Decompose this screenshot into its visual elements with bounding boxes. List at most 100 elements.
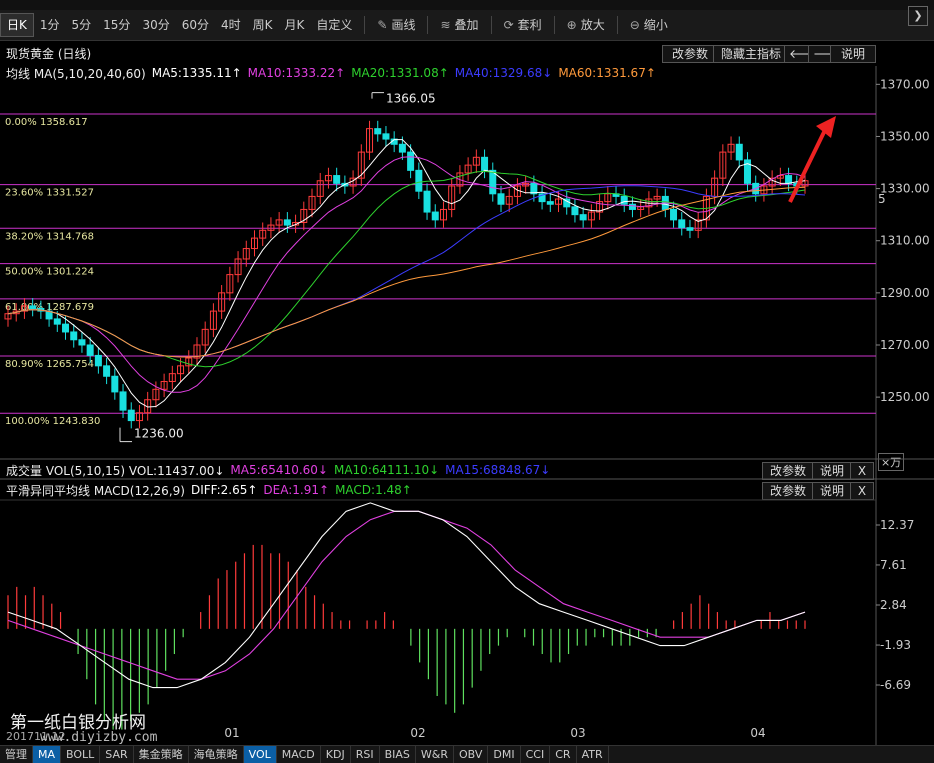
ma20-line xyxy=(7,170,806,368)
trend-arrow-head xyxy=(816,116,836,138)
arbitrage-icon: ⟳ xyxy=(503,18,514,32)
zoom-out-icon: ⊖ xyxy=(629,18,640,32)
toolbar: 日K 1分 5分 15分 30分 60分 4时 周K 月K 自定义 ✎ 画线 ≋ 叠加 ⟳ 套利 ⊕ 放大 ⊖ 缩小 xyxy=(0,10,934,41)
candle-body xyxy=(497,193,505,205)
candle-body xyxy=(686,227,694,231)
indicator-tab-3[interactable]: SAR xyxy=(100,746,134,763)
macd-tick-label: 2.84 xyxy=(880,598,907,612)
fib-label-5: 80.90% 1265.754 xyxy=(5,359,94,370)
period-tab-7[interactable]: 周K xyxy=(247,10,279,40)
toolbar-separator xyxy=(490,16,492,34)
candle-body xyxy=(103,365,111,377)
tool-button-4[interactable]: ⊖ 缩小 xyxy=(624,10,674,40)
indicator-tab-bar: 管理 MA BOLL SAR 集金策略 海龟策略 VOL MACD KDJ RSI BIAS W&R O… xyxy=(0,745,934,763)
period-tab-4[interactable]: 30分 xyxy=(136,10,175,40)
y-tick-label: 1350.00 xyxy=(880,129,930,143)
candle-body xyxy=(431,211,439,221)
indicator-tab-13[interactable]: DMI xyxy=(488,746,521,763)
indicator-tab-2[interactable]: BOLL xyxy=(61,746,101,763)
tool-label: 缩小 xyxy=(643,18,668,32)
fib-label-6: 100.00% 1243.830 xyxy=(5,416,100,427)
period-tab-0[interactable]: 日K xyxy=(0,13,34,37)
indicator-tab-1[interactable]: MA xyxy=(33,746,62,763)
candle-body xyxy=(86,344,94,356)
indicator-tab-14[interactable]: CCI xyxy=(521,746,551,763)
candle-body xyxy=(111,375,119,393)
high-price-label: 1366.05 xyxy=(386,92,436,106)
macd-tick-label: 12.37 xyxy=(880,518,914,532)
candle-body xyxy=(127,409,135,422)
candle-body xyxy=(735,143,743,161)
main-change-params-button[interactable]: 改参数 xyxy=(662,45,718,63)
period-tab-9[interactable]: 自定义 xyxy=(310,10,358,40)
layers-icon: ≋ xyxy=(440,18,451,32)
tool-button-1[interactable]: ≋ 叠加 xyxy=(434,10,484,40)
candle-body xyxy=(29,305,37,309)
candle-body xyxy=(785,175,793,184)
candle-body xyxy=(382,133,390,140)
indicator-tab-5[interactable]: 海龟策略 xyxy=(189,746,244,763)
arrow-left-icon[interactable]: 🡐 xyxy=(784,45,821,63)
indicator-tab-7[interactable]: MACD xyxy=(277,746,321,763)
indicator-tab-4[interactable]: 集金策略 xyxy=(134,746,189,763)
watermark-url: www.diyizby.com xyxy=(40,730,158,745)
candle-body xyxy=(678,219,686,229)
tool-button-2[interactable]: ⟳ 套利 xyxy=(498,10,548,40)
indicator-tab-16[interactable]: ATR xyxy=(577,746,609,763)
candle-body xyxy=(620,195,628,205)
x-axis-label: 02 xyxy=(410,726,425,740)
candles-group xyxy=(4,120,809,429)
candle-body xyxy=(94,354,102,367)
toolbar-separator xyxy=(364,16,366,34)
main-help-button[interactable]: 说明 xyxy=(830,45,876,63)
indicator-tab-6[interactable]: VOL xyxy=(243,746,277,763)
y-tick-label: 1330.00 xyxy=(880,182,930,196)
period-tab-3[interactable]: 15分 xyxy=(97,10,136,40)
tool-button-3[interactable]: ⊕ 放大 xyxy=(561,10,611,40)
candle-body xyxy=(53,318,61,325)
fib-label-3: 50.00% 1301.224 xyxy=(5,267,94,278)
candle-body xyxy=(571,206,579,216)
indicator-tab-12[interactable]: OBV xyxy=(454,746,489,763)
tool-button-0[interactable]: ✎ 画线 xyxy=(371,10,421,40)
ma40-line xyxy=(7,185,806,358)
candle-body xyxy=(119,391,127,411)
period-tab-6[interactable]: 4时 xyxy=(215,10,247,40)
macd-tick-label: -1.93 xyxy=(880,638,911,652)
tool-label: 画线 xyxy=(391,18,416,32)
period-tab-2[interactable]: 5分 xyxy=(66,10,98,40)
y-tick-label: 1310.00 xyxy=(880,234,930,248)
period-tab-8[interactable]: 月K xyxy=(279,10,311,40)
y-tick-label: 1250.00 xyxy=(880,390,930,404)
tool-label: 叠加 xyxy=(454,18,479,32)
candle-body xyxy=(283,219,291,226)
period-tab-5[interactable]: 60分 xyxy=(176,10,215,40)
indicator-tab-15[interactable]: CR xyxy=(550,746,577,763)
indicator-tab-0[interactable]: 管理 xyxy=(0,746,33,763)
fib-label-0: 0.00% 1358.617 xyxy=(5,117,88,128)
instrument-title: 现货黄金 (日线) xyxy=(6,46,92,61)
dea-line xyxy=(7,510,806,680)
ma10-line xyxy=(7,156,806,393)
hide-main-indicator-button[interactable]: 隐藏主指标 xyxy=(713,45,789,63)
candle-body xyxy=(423,190,431,213)
tool-label: 放大 xyxy=(580,18,605,32)
diff-line xyxy=(7,502,806,689)
trend-arrow xyxy=(788,127,828,203)
chart-canvas[interactable]: 0.00% 1358.617 23.60% 1331.527 38.20% 1314… xyxy=(0,66,934,746)
fib-label-2: 38.20% 1314.768 xyxy=(5,231,94,242)
candle-body xyxy=(628,203,636,210)
x-axis-label: 04 xyxy=(750,726,765,740)
period-tab-1[interactable]: 1分 xyxy=(34,10,66,40)
indicator-tab-8[interactable]: KDJ xyxy=(321,746,351,763)
x-axis-label: 03 xyxy=(570,726,585,740)
candle-body xyxy=(546,201,554,205)
low-price-label: 1236.00 xyxy=(134,427,184,441)
candle-body xyxy=(374,128,382,135)
chevron-right-icon[interactable]: ❯ xyxy=(908,6,928,26)
indicator-tab-10[interactable]: BIAS xyxy=(380,746,416,763)
indicator-tab-9[interactable]: RSI xyxy=(351,746,380,763)
y-tick-label-partial: 5 xyxy=(878,192,886,206)
indicator-tab-11[interactable]: W&R xyxy=(416,746,454,763)
toolbar-separator xyxy=(616,16,618,34)
